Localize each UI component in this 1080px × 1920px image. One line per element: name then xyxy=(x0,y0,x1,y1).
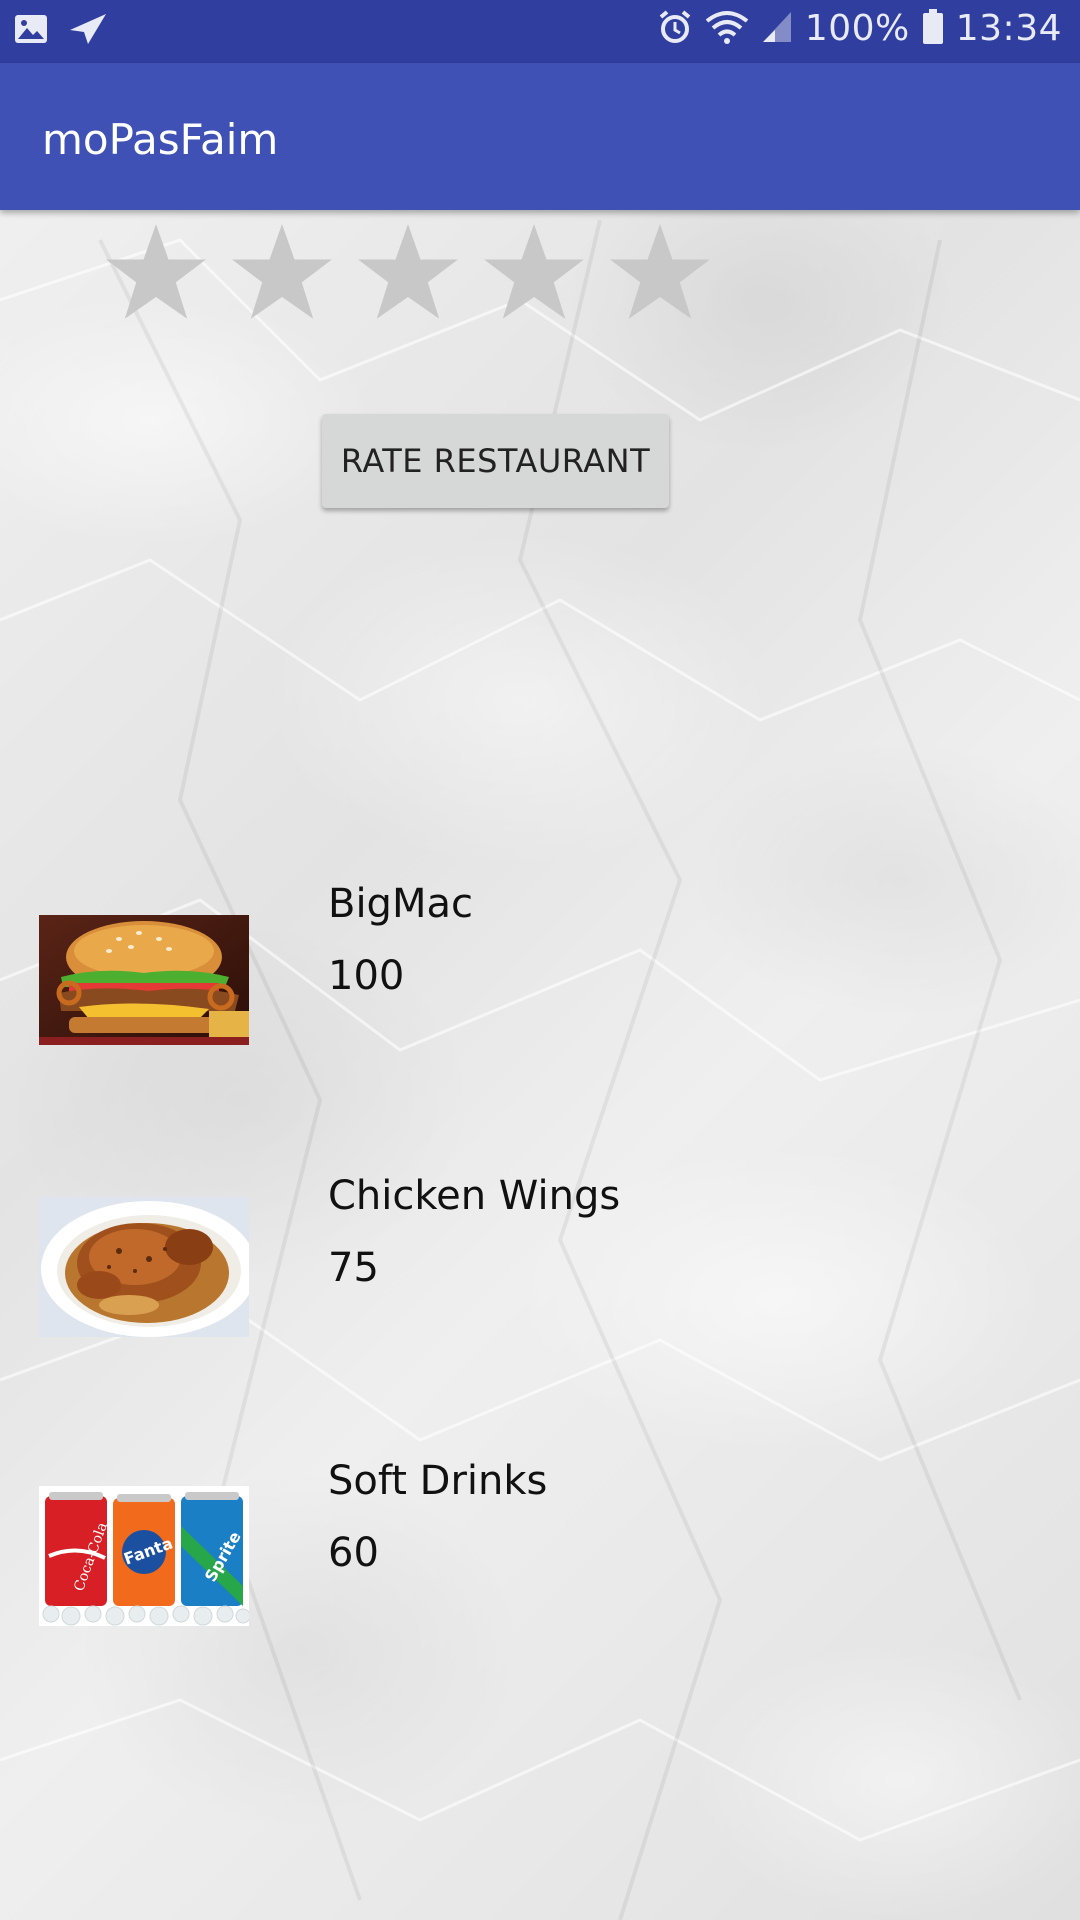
battery-percent: 100% xyxy=(804,8,910,49)
menu-item-price: 100 xyxy=(328,953,405,999)
menu-item-name: BigMac xyxy=(328,881,473,927)
status-bar: 100% 13:34 xyxy=(0,0,1080,63)
menu-item-price: 75 xyxy=(328,1245,379,1291)
gallery-icon xyxy=(14,14,48,48)
star-icon[interactable] xyxy=(230,220,334,324)
alarm-icon xyxy=(657,9,693,49)
star-icon[interactable] xyxy=(608,220,712,324)
menu-item[interactable]: Chicken Wings 75 xyxy=(0,1173,1080,1347)
menu-item-price: 60 xyxy=(328,1530,379,1576)
send-icon xyxy=(68,12,108,50)
clock: 13:34 xyxy=(955,8,1062,49)
star-icon[interactable] xyxy=(356,220,460,324)
menu-item[interactable]: Coca-Cola Fanta Sprite Soft Drinks 60 xyxy=(0,1458,1080,1636)
menu-item-name: Soft Drinks xyxy=(328,1458,548,1504)
rating-bar[interactable] xyxy=(104,220,712,324)
menu-item[interactable]: BigMac 100 xyxy=(0,881,1080,1063)
app-title: moPasFaim xyxy=(42,115,279,164)
wifi-icon xyxy=(705,9,749,49)
battery-icon xyxy=(922,8,944,49)
menu-item-name: Chicken Wings xyxy=(328,1173,621,1219)
roast-chicken-image xyxy=(39,1197,249,1337)
star-icon[interactable] xyxy=(482,220,586,324)
soda-cans-image: Coca-Cola Fanta Sprite xyxy=(39,1486,249,1626)
signal-icon xyxy=(761,10,793,48)
rate-restaurant-button[interactable]: RATE RESTAURANT xyxy=(322,414,669,508)
star-icon[interactable] xyxy=(104,220,208,324)
burger-image xyxy=(39,915,249,1045)
app-bar: moPasFaim xyxy=(0,63,1080,210)
